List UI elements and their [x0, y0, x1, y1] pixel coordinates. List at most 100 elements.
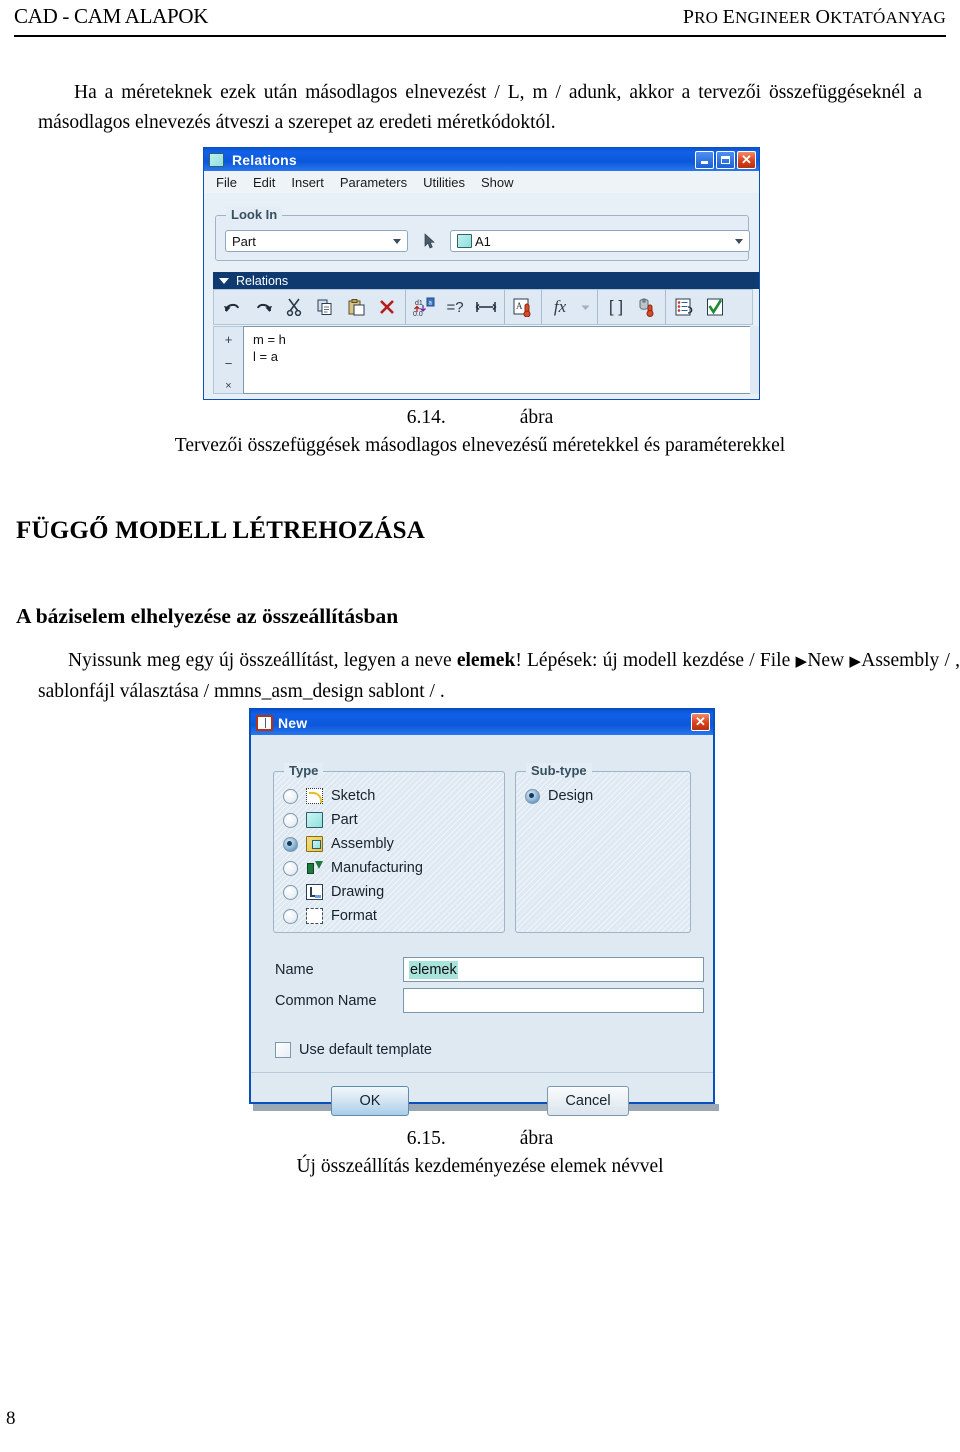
- toolbar-group-dimensions: d1 0.0 a =?: [406, 290, 505, 324]
- local-parameters-icon[interactable]: A: [511, 294, 535, 320]
- redo-icon[interactable]: [251, 294, 275, 320]
- select-object-button[interactable]: [415, 228, 443, 254]
- new-dialog-window-controls: ✕: [691, 713, 710, 731]
- radio-icon[interactable]: [283, 908, 298, 924]
- figure-615-caption: 6.15. ábra Új összeállítás kezdeményezése…: [0, 1125, 960, 1181]
- copy-icon[interactable]: [313, 294, 337, 320]
- drawing-icon: [306, 884, 323, 900]
- look-in-object-value: A1: [475, 233, 491, 249]
- steps-text-1: Nyissunk meg egy új összeállítást, legye…: [68, 650, 457, 671]
- checkbox-icon[interactable]: [275, 1042, 291, 1058]
- common-name-field-row: Common Name: [275, 988, 704, 1013]
- relations-toolbar[interactable]: d1 0.0 a =? A fx [ ]: [213, 289, 753, 325]
- common-name-label: Common Name: [275, 992, 377, 1009]
- verify-icon[interactable]: [703, 294, 727, 320]
- type-option-label: Part: [331, 812, 358, 828]
- header-right-o: O: [815, 6, 831, 28]
- figure-615-caption-line2: Új összeállítás kezdeményezése elemek né…: [296, 1156, 664, 1177]
- units-icon[interactable]: [635, 294, 659, 320]
- relations-window[interactable]: Relations ✕ File Edit Insert Parameters …: [203, 147, 760, 400]
- relation-list-icon[interactable]: [672, 294, 696, 320]
- relations-menubar[interactable]: File Edit Insert Parameters Utilities Sh…: [204, 171, 759, 193]
- type-option-manufacturing[interactable]: Manufacturing: [274, 856, 504, 880]
- dimension-span-icon[interactable]: [474, 294, 498, 320]
- look-in-group-label: Look In: [226, 207, 283, 222]
- maximize-button[interactable]: [716, 151, 735, 169]
- delete-icon[interactable]: [375, 294, 399, 320]
- radio-icon[interactable]: [283, 836, 298, 852]
- figure-615-caption-line1: 6.15. ábra: [0, 1125, 960, 1153]
- cancel-button[interactable]: Cancel: [547, 1086, 629, 1116]
- subtype-option-design[interactable]: Design: [516, 784, 690, 808]
- type-option-part[interactable]: Part: [274, 808, 504, 832]
- minimize-button[interactable]: [695, 151, 714, 169]
- new-dialog-button-bar: OK Cancel: [251, 1072, 713, 1127]
- ok-button[interactable]: OK: [331, 1086, 409, 1116]
- radio-icon[interactable]: [525, 788, 540, 804]
- new-dialog[interactable]: New ✕ Type Sketch Part Assembly Manufact…: [249, 708, 715, 1116]
- functions-dropdown-icon[interactable]: [579, 294, 591, 320]
- relations-scrollbar[interactable]: [750, 326, 759, 394]
- type-group: Type Sketch Part Assembly Manufacturing …: [273, 763, 505, 933]
- header-title-right: PRO ENGINEER OKTATÓANYAG: [683, 6, 946, 29]
- type-option-label: Sketch: [331, 788, 376, 804]
- steps-emphasis: elemek: [456, 650, 516, 671]
- menu-file[interactable]: File: [216, 175, 237, 190]
- radio-icon[interactable]: [283, 788, 298, 804]
- type-option-drawing[interactable]: Drawing: [274, 880, 504, 904]
- relations-gutter[interactable]: + − ×: [213, 326, 243, 394]
- relations-text-area[interactable]: m = h l = a: [243, 326, 753, 394]
- relations-titlebar[interactable]: Relations ✕: [204, 148, 759, 171]
- cut-icon[interactable]: [282, 294, 306, 320]
- look-in-object-dropdown[interactable]: A1: [450, 230, 750, 252]
- menu-parameters[interactable]: Parameters: [340, 175, 407, 190]
- paste-icon[interactable]: [344, 294, 368, 320]
- type-option-sketch[interactable]: Sketch: [274, 784, 504, 808]
- radio-icon[interactable]: [283, 812, 298, 828]
- type-option-format[interactable]: Format: [274, 904, 504, 928]
- close-icon[interactable]: ✕: [691, 713, 710, 731]
- caret-down-icon: [219, 277, 229, 284]
- manufacturing-icon: [306, 860, 323, 876]
- part-icon: [306, 812, 323, 828]
- name-input[interactable]: elemek: [403, 957, 704, 982]
- close-button[interactable]: ✕: [737, 151, 756, 169]
- menu-edit[interactable]: Edit: [253, 175, 275, 190]
- header-right-ngineer: NGINEER: [735, 8, 816, 27]
- switch-dimensions-icon[interactable]: d1 0.0 a: [412, 294, 436, 320]
- menu-show[interactable]: Show: [481, 175, 514, 190]
- menu-utilities[interactable]: Utilities: [423, 175, 465, 190]
- header-divider: [14, 35, 946, 37]
- functions-icon[interactable]: fx: [548, 294, 572, 320]
- section-heading-2: A báziselem elhelyezése az összeállításb…: [16, 604, 399, 628]
- common-name-input[interactable]: [403, 988, 704, 1013]
- radio-icon[interactable]: [283, 884, 298, 900]
- new-dialog-body: Type Sketch Part Assembly Manufacturing …: [251, 735, 713, 1116]
- use-default-template-row[interactable]: Use default template: [275, 1042, 432, 1058]
- new-document-icon: [256, 714, 273, 731]
- relations-section-header[interactable]: Relations: [213, 272, 759, 289]
- undo-icon[interactable]: [220, 294, 244, 320]
- steps-text-3: New: [807, 650, 850, 671]
- triangle-right-icon: ▶: [795, 654, 808, 670]
- type-option-label: Drawing: [331, 884, 385, 900]
- figure-614-caption-line2: Tervezői összefüggések másodlagos elneve…: [174, 435, 786, 456]
- evaluate-icon[interactable]: =?: [443, 294, 467, 320]
- toolbar-group-verify: [666, 290, 733, 324]
- toolbar-group-edit: [214, 290, 406, 324]
- add-row-button[interactable]: +: [225, 332, 233, 347]
- type-option-label: Format: [331, 908, 377, 924]
- remove-row-button[interactable]: −: [225, 356, 233, 371]
- header-right-p: P: [682, 6, 695, 28]
- new-dialog-titlebar[interactable]: New ✕: [251, 710, 713, 735]
- radio-icon[interactable]: [283, 860, 298, 876]
- clear-row-button[interactable]: ×: [225, 380, 231, 392]
- brackets-icon[interactable]: [ ]: [604, 294, 628, 320]
- relation-line: l = a: [253, 349, 278, 364]
- look-in-scope-dropdown[interactable]: Part: [225, 230, 408, 252]
- relations-editor[interactable]: + − × m = h l = a: [213, 326, 753, 394]
- figure-614-word: ábra: [519, 407, 554, 428]
- menu-insert[interactable]: Insert: [291, 175, 324, 190]
- type-option-assembly[interactable]: Assembly: [274, 832, 504, 856]
- assembly-icon: [306, 836, 323, 852]
